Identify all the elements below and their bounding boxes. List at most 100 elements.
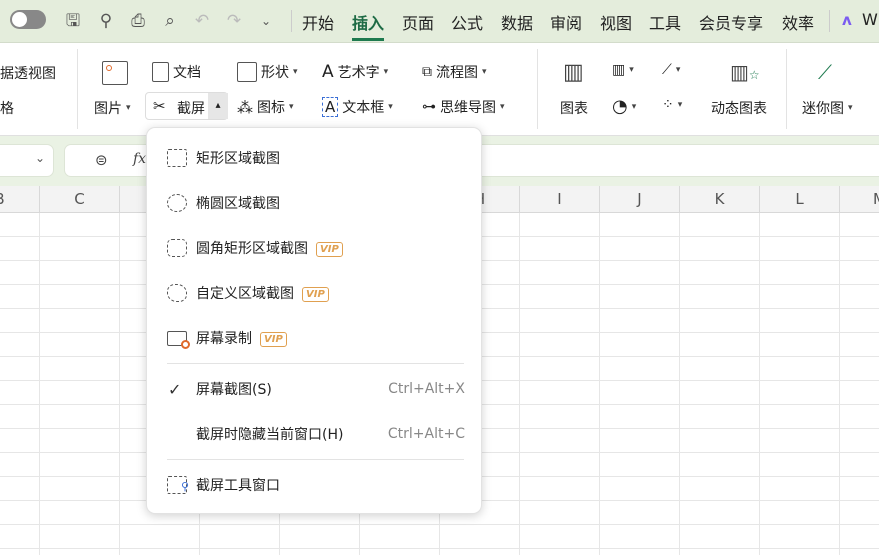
tab-efficiency[interactable]: 效率 — [782, 10, 814, 34]
toggle-switch[interactable] — [10, 10, 46, 29]
menu-item-screenshot-tool-window[interactable]: ⚲ 截屏工具窗口 — [147, 465, 483, 505]
menu-item-rectangle-capture[interactable]: 矩形区域截图 — [147, 138, 483, 178]
ellipse-select-icon — [167, 194, 187, 212]
column-header-m[interactable]: M — [840, 186, 879, 213]
caret-icon: ▾ — [629, 65, 634, 75]
pie-chart-icon: ◔ — [612, 96, 628, 117]
vip-badge: VIP — [260, 331, 287, 347]
sparkline-icon[interactable]: ⟋ — [818, 60, 832, 84]
column-header-b[interactable]: B — [0, 186, 40, 213]
scatter-chart-icon: ⁘ — [662, 97, 674, 113]
icons-label: 图标 — [257, 100, 285, 116]
menu-divider — [167, 363, 464, 364]
label-text: 自定义区域截图 — [196, 286, 294, 302]
caret-icon: ▾ — [848, 103, 853, 113]
caret-icon: ▾ — [289, 102, 294, 112]
menu-item-label: 屏幕截图(S) — [196, 382, 272, 398]
shortcut-label: Ctrl+Alt+X — [388, 381, 465, 397]
tab-tools[interactable]: 工具 — [649, 10, 681, 34]
bar-chart-icon: ▥ — [612, 62, 626, 78]
caret-icon: ▾ — [631, 101, 637, 112]
column-header-c[interactable]: C — [40, 186, 120, 213]
screenshot-tool-icon: ⚲ — [167, 476, 189, 494]
caret-icon: ▾ — [126, 103, 131, 113]
chevron-up-icon[interactable]: ▴ — [208, 93, 228, 119]
pivot-chart-button[interactable]: 据透视图 — [0, 63, 56, 83]
chevron-down-icon[interactable]: ⌄ — [255, 10, 277, 32]
format-painter-icon[interactable]: ⚲ — [95, 10, 117, 32]
menu-item-rounded-capture[interactable]: 圆角矩形区域截图 VIP — [147, 228, 483, 268]
print-icon[interactable]: ⎙ — [127, 10, 149, 32]
divider — [537, 49, 538, 129]
tab-insert[interactable]: 插入 — [352, 10, 385, 41]
caret-icon: ▾ — [383, 67, 389, 77]
checkmark-icon: ✓ — [168, 379, 182, 399]
tab-member[interactable]: 会员专享 — [699, 10, 763, 34]
wordart-label: 艺术字 — [337, 65, 380, 81]
menu-item-label: 矩形区域截图 — [196, 151, 280, 167]
screenshot-dropdown-menu: 矩形区域截图 椭圆区域截图 圆角矩形区域截图 VIP 自定义区域截图 VIP 屏幕录… — [146, 127, 482, 514]
shapes-label: 形状 — [261, 65, 289, 81]
document-button[interactable]: 文档 — [152, 62, 201, 82]
tab-data[interactable]: 数据 — [501, 10, 533, 34]
chart-button[interactable]: 图表 — [560, 98, 588, 118]
mindmap-icon: ⊶ — [422, 99, 436, 115]
zoom-formula-icon[interactable]: ⊜ — [95, 151, 108, 169]
flowchart-button[interactable]: ⧉ 流程图 ▾ — [422, 62, 487, 82]
menu-item-label: 屏幕录制 VIP — [196, 328, 287, 348]
menu-item-label: 自定义区域截图 VIP — [196, 283, 329, 303]
picture-icon[interactable] — [102, 61, 128, 85]
freeform-select-icon — [167, 284, 187, 302]
bar-chart-button[interactable]: ▥ ▾ — [612, 62, 634, 78]
shapes-button[interactable]: 形状 ▾ — [237, 62, 298, 82]
name-box[interactable]: ⌄ — [0, 144, 54, 177]
icons-button[interactable]: ⁂ 图标 ▾ — [237, 97, 294, 117]
redo-icon[interactable]: ↷ — [223, 10, 245, 32]
screen-record-icon — [167, 330, 190, 349]
divider — [291, 10, 292, 32]
textbox-button[interactable]: A 文本框 ▾ — [322, 97, 393, 117]
sparkline-label: 迷你图 — [802, 101, 844, 117]
menu-item-label: 截屏工具窗口 — [196, 478, 280, 494]
tab-formula[interactable]: 公式 — [451, 10, 483, 34]
save-icon[interactable]: 🖫 — [62, 10, 84, 32]
divider — [77, 49, 78, 129]
chart-icon[interactable]: ▥ — [563, 60, 584, 85]
label-text: 屏幕录制 — [196, 331, 252, 347]
column-header-l[interactable]: L — [760, 186, 840, 213]
picture-button[interactable]: 图片 ▾ — [94, 98, 131, 118]
column-header-k[interactable]: K — [680, 186, 760, 213]
mindmap-button[interactable]: ⊶ 思维导图 ▾ — [422, 97, 505, 117]
menu-item-hide-window-capture[interactable]: 截屏时隐藏当前窗口(H) Ctrl+Alt+C — [147, 414, 483, 454]
table-button[interactable]: 格 — [0, 98, 14, 118]
print-preview-icon[interactable]: ⌕ — [159, 10, 181, 32]
menu-divider — [167, 459, 464, 460]
wordart-button[interactable]: A 艺术字 ▾ — [322, 62, 388, 82]
tab-review[interactable]: 审阅 — [550, 10, 582, 34]
sparkline-button[interactable]: 迷你图 ▾ — [802, 98, 853, 118]
divider — [786, 49, 787, 129]
dynamic-chart-icon[interactable]: ▥☆ — [730, 60, 760, 84]
brand-label[interactable]: W — [862, 10, 878, 29]
caret-icon: ▾ — [388, 102, 393, 112]
menu-item-ellipse-capture[interactable]: 椭圆区域截图 — [147, 183, 483, 223]
tab-view[interactable]: 视图 — [600, 10, 632, 34]
column-header-i[interactable]: I — [520, 186, 600, 213]
column-header-j[interactable]: J — [600, 186, 680, 213]
scissors-icon: ✂ — [153, 97, 166, 115]
fx-icon[interactable]: fx — [133, 151, 146, 167]
menu-item-screen-record[interactable]: 屏幕录制 VIP — [147, 318, 483, 358]
chevron-down-icon[interactable]: ⌄ — [35, 151, 45, 165]
screenshot-button[interactable]: ✂ 截屏 ▴ — [145, 92, 228, 120]
pie-chart-button[interactable]: ◔ ▾ — [612, 96, 636, 117]
brand-logo-icon[interactable]: ʌ — [842, 11, 852, 29]
scatter-chart-button[interactable]: ⁘ ▾ — [662, 97, 682, 113]
tab-home[interactable]: 开始 — [302, 10, 334, 34]
icons-icon: ⁂ — [237, 97, 253, 117]
menu-item-custom-capture[interactable]: 自定义区域截图 VIP — [147, 273, 483, 313]
menu-item-screen-capture[interactable]: ✓ 屏幕截图(S) Ctrl+Alt+X — [147, 369, 483, 409]
dynamic-chart-button[interactable]: 动态图表 — [711, 98, 767, 118]
line-chart-button[interactable]: ⟋ ▾ — [662, 62, 680, 78]
undo-icon[interactable]: ↶ — [191, 10, 213, 32]
tab-page[interactable]: 页面 — [402, 10, 434, 34]
